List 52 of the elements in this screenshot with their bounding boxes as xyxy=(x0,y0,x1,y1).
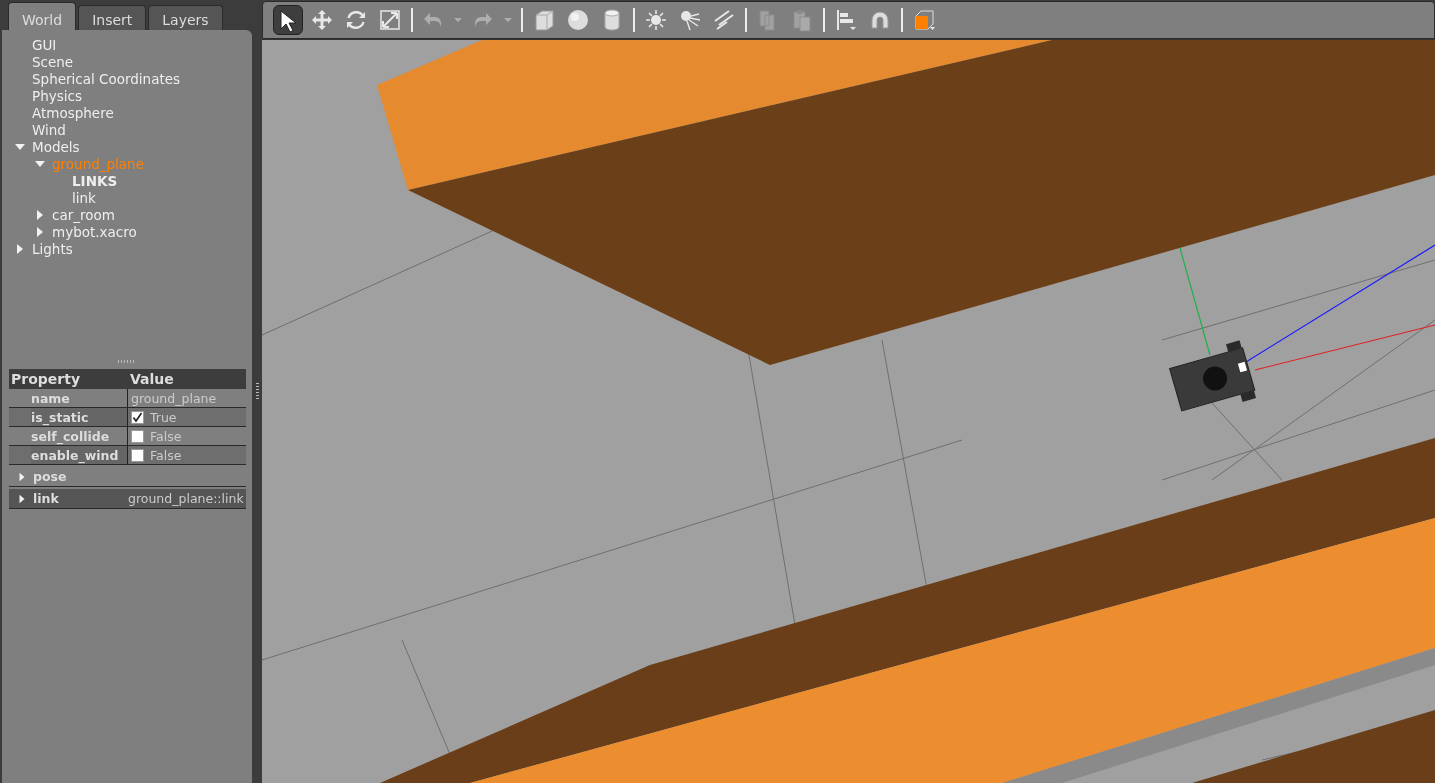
property-name: link xyxy=(33,491,60,506)
splitter-grip-icon[interactable] xyxy=(255,382,259,401)
spotlight-icon xyxy=(678,8,702,32)
sphere-icon xyxy=(566,8,590,32)
property-name: is_static xyxy=(31,408,128,426)
property-value: False xyxy=(150,428,182,444)
property-value: ground_plane::link xyxy=(127,491,244,506)
property-value: ground_plane xyxy=(131,390,217,406)
tree-item[interactable]: Lights xyxy=(32,240,73,257)
pointer-tool[interactable] xyxy=(273,5,303,35)
expand-arrow-icon[interactable] xyxy=(17,493,27,504)
collapse-arrow-icon[interactable] xyxy=(14,141,26,152)
tree-item[interactable]: GUI xyxy=(32,36,57,53)
splitter-grip-icon[interactable] xyxy=(118,360,136,363)
tree-item[interactable]: Spherical Coordinates xyxy=(32,70,181,87)
expand-arrow-icon[interactable] xyxy=(17,471,27,482)
tab[interactable]: World xyxy=(8,2,77,30)
directional-light-icon xyxy=(712,8,736,32)
tree-item[interactable]: mybot.xacro xyxy=(52,223,137,240)
paste-icon xyxy=(790,8,814,32)
magnet-icon xyxy=(868,8,892,32)
section-heading: LINKS xyxy=(72,172,118,189)
checkbox[interactable] xyxy=(131,429,144,443)
sun-icon xyxy=(644,8,668,32)
tree-item[interactable]: car_room xyxy=(52,206,115,223)
property-name: pose xyxy=(33,469,68,484)
scale-icon xyxy=(378,8,402,32)
tree-item[interactable]: Atmosphere xyxy=(32,104,114,121)
caret-icon xyxy=(503,17,513,23)
tab[interactable]: Insert xyxy=(78,5,147,30)
property-name: name xyxy=(9,389,128,407)
property-value: False xyxy=(150,447,182,463)
collapse-arrow-icon[interactable] xyxy=(34,158,46,169)
rotate-icon xyxy=(344,8,368,32)
checkbox[interactable] xyxy=(131,448,144,462)
property-name: enable_wind xyxy=(31,446,128,464)
box-icon xyxy=(532,8,556,32)
column-header: Property xyxy=(10,371,82,387)
column-header: Value xyxy=(129,371,175,387)
caret-icon xyxy=(453,17,463,23)
property-value: True xyxy=(150,409,177,425)
tree-item[interactable]: Models xyxy=(32,138,80,155)
tree-item[interactable]: Physics xyxy=(32,87,82,104)
tree-item[interactable]: Wind xyxy=(32,121,66,138)
tree-item[interactable]: link xyxy=(72,189,96,206)
align-icon xyxy=(834,8,858,32)
checkbox[interactable] xyxy=(131,410,144,424)
property-name: self_collide xyxy=(9,427,128,445)
move-arrows-icon xyxy=(310,8,334,32)
filled-cube-icon xyxy=(912,8,936,32)
tree-item[interactable]: Scene xyxy=(32,53,74,70)
tab[interactable]: Layers xyxy=(148,5,223,30)
